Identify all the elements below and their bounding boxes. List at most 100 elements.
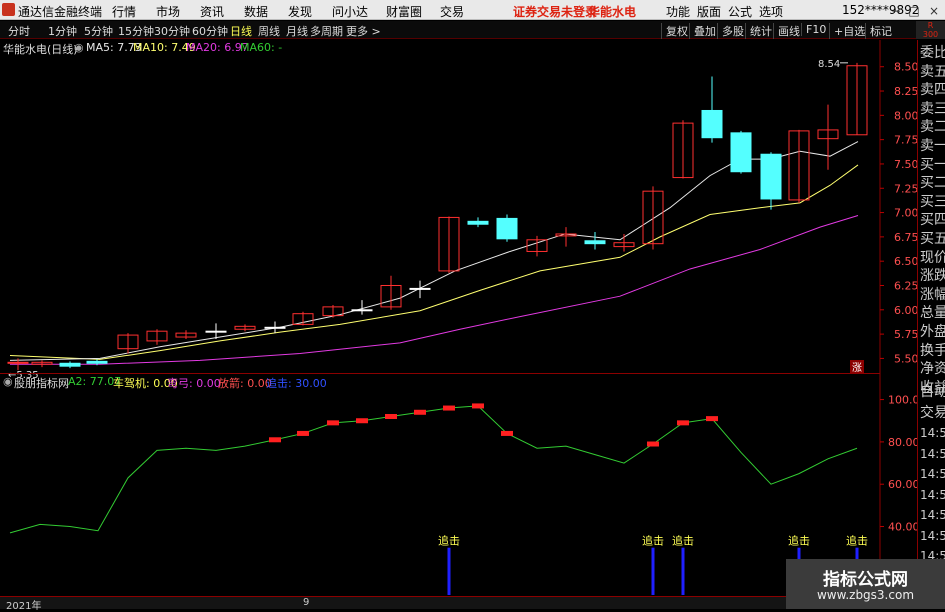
candle-body xyxy=(760,153,782,200)
sidebar-quote-item[interactable]: 总量 xyxy=(920,304,945,322)
high-price-label: 8.54 xyxy=(818,59,840,70)
ma5-line xyxy=(9,141,859,361)
sidebar-quote-item[interactable]: 买四 xyxy=(920,211,945,229)
price-tick-label: 6.25 xyxy=(894,279,917,292)
trade-time-item[interactable]: 14:56 xyxy=(920,506,945,524)
price-tick-label: 8.25 xyxy=(894,85,917,98)
indicator-settings-icon[interactable]: ◉ xyxy=(3,375,13,388)
candle-body xyxy=(7,361,29,364)
trade-time-item[interactable]: 14:56 xyxy=(920,527,945,545)
sidebar-quote-item[interactable]: 净资 xyxy=(920,360,945,378)
sidebar-quote-item[interactable]: 买一 xyxy=(920,156,945,174)
indicator-name: 股朋指标网 xyxy=(14,377,69,390)
ind-tick-label: 60.00 xyxy=(888,478,917,491)
menu-item-quotes[interactable]: 行情 xyxy=(112,3,136,20)
ma20-line xyxy=(10,215,859,365)
sidebar-quote-item[interactable]: 买二 xyxy=(920,174,945,192)
menu-item-wealth[interactable]: 财富圈 xyxy=(386,3,422,20)
candle-body xyxy=(264,326,286,329)
auto-trade-item[interactable]: 自动 xyxy=(920,383,945,401)
menu-item-layout[interactable]: 版面 xyxy=(697,3,721,20)
corner-badge: R 300 xyxy=(916,21,945,39)
menu-item-news[interactable]: 资讯 xyxy=(200,3,224,20)
trade-time-item[interactable]: 14:56 xyxy=(920,445,945,463)
auto-trade-item[interactable]: 交易 xyxy=(920,404,945,422)
tool-draw[interactable]: 画线 xyxy=(773,23,800,39)
trade-time-item[interactable]: 14:56 xyxy=(920,424,945,442)
tf-15min[interactable]: 15分钟 xyxy=(118,23,154,39)
sidebar-quote-item[interactable]: 卖四 xyxy=(920,81,945,99)
tool-add-favorite[interactable]: +自选 xyxy=(829,23,865,39)
trade-login-notice[interactable]: 证券交易未登录 xyxy=(513,3,597,20)
tool-overlay[interactable]: 叠加 xyxy=(689,23,716,39)
price-tick-label: 7.00 xyxy=(894,207,917,220)
tool-mark[interactable]: 标记 xyxy=(865,23,892,39)
a2-red-marker xyxy=(356,418,368,424)
candle-body xyxy=(59,362,81,367)
sidebar-quote-item[interactable]: 买五 xyxy=(920,230,945,248)
tool-stats[interactable]: 统计 xyxy=(745,23,772,39)
tf-weekly[interactable]: 周线 xyxy=(258,23,280,39)
tf-1min[interactable]: 1分钟 xyxy=(48,23,77,39)
candle-body xyxy=(351,309,373,312)
sidebar-quote-item[interactable]: 现价 xyxy=(920,249,945,267)
price-tick-label: 5.75 xyxy=(894,328,917,341)
minimize-icon[interactable]: − xyxy=(888,3,904,19)
menu-item-ask[interactable]: 问小达 xyxy=(332,3,368,20)
menu-item-market[interactable]: 市场 xyxy=(156,3,180,20)
a2-red-marker xyxy=(443,405,455,411)
tf-30min[interactable]: 30分钟 xyxy=(154,23,190,39)
menu-item-formula[interactable]: 公式 xyxy=(728,3,752,20)
tf-daily[interactable]: 日线 xyxy=(230,23,252,39)
year-label: 2021年 xyxy=(6,601,42,612)
candle-body xyxy=(701,109,723,139)
menu-item-options[interactable]: 选项 xyxy=(759,3,783,20)
zhuiji-signal-label: 追击 xyxy=(788,534,810,548)
tf-more[interactable]: 更多 > xyxy=(346,23,381,39)
candle-body xyxy=(86,360,108,364)
tf-60min[interactable]: 60分钟 xyxy=(192,23,228,39)
menu-item-trade[interactable]: 交易 xyxy=(440,3,464,20)
a2-red-marker xyxy=(677,420,689,426)
zhuiji-signal-label: 追击 xyxy=(438,534,460,548)
zhuiji-signal-label: 追击 xyxy=(642,534,664,548)
sidebar-quote-item[interactable]: 卖五 xyxy=(920,63,945,81)
watermark-url: www.zbgs3.com xyxy=(816,588,915,602)
menu-item-data[interactable]: 数据 xyxy=(244,3,268,20)
indicator-header: ◉ 股朋指标网 A2: 77.07 车驾机: 0.00 弯弓: 0.00 放箭:… xyxy=(0,374,880,390)
sidebar-quote-item[interactable]: 卖二 xyxy=(920,118,945,136)
main-chart[interactable]: 8.50 8.25 8.00 7.75 7.50 7.25 7.00 6.75 6.50 6.25… xyxy=(0,40,917,596)
tf-5min[interactable]: 5分钟 xyxy=(84,23,113,39)
a2-line xyxy=(9,405,858,534)
maximize-icon[interactable]: □ xyxy=(906,3,922,19)
sidebar-quote-item[interactable]: 涨幅 xyxy=(920,286,945,304)
trade-time-item[interactable]: 14:56 xyxy=(920,486,945,504)
corner-n: 300 xyxy=(922,30,939,39)
sidebar-quote-item[interactable]: 卖三 xyxy=(920,100,945,118)
tool-f10[interactable]: F10 xyxy=(801,23,826,36)
tf-tick[interactable]: 分时 xyxy=(8,23,30,39)
close-icon[interactable]: × xyxy=(926,3,942,19)
quote-sidebar: 委比 卖五 卖四 卖三 卖二 卖一 买一 买二 买三 买四 买五 现价 涨跌 涨幅 总量 外盘 换手 净资 收益 自动… xyxy=(917,40,945,609)
menu-item-functions[interactable]: 功能 xyxy=(666,3,690,20)
sidebar-quote-item[interactable]: 涨跌 xyxy=(920,267,945,285)
zhuiji-signal-bar xyxy=(447,547,451,595)
tool-adjust[interactable]: 复权 xyxy=(661,23,688,39)
month-label: 9 xyxy=(303,597,310,608)
sidebar-quote-item[interactable]: 买三 xyxy=(920,193,945,211)
app-logo-icon xyxy=(2,3,15,16)
a2-red-marker xyxy=(472,403,484,409)
sidebar-quote-item[interactable]: 卖一 xyxy=(920,137,945,155)
trade-time-item[interactable]: 14:56 xyxy=(920,465,945,483)
price-tick-label: 6.75 xyxy=(894,231,917,244)
zhuiji-signal-bar xyxy=(681,547,685,595)
tf-multi[interactable]: 多周期 xyxy=(310,23,343,39)
price-tick-label: 6.00 xyxy=(894,304,917,317)
sidebar-quote-item[interactable]: 外盘 xyxy=(920,323,945,341)
tf-monthly[interactable]: 月线 xyxy=(286,23,308,39)
sidebar-quote-item[interactable]: 换手 xyxy=(920,342,945,360)
a2-red-marker xyxy=(647,441,659,447)
menu-item-discover[interactable]: 发现 xyxy=(288,3,312,20)
tool-multistock[interactable]: 多股 xyxy=(717,23,744,39)
sidebar-quote-item[interactable]: 委比 xyxy=(920,44,945,62)
